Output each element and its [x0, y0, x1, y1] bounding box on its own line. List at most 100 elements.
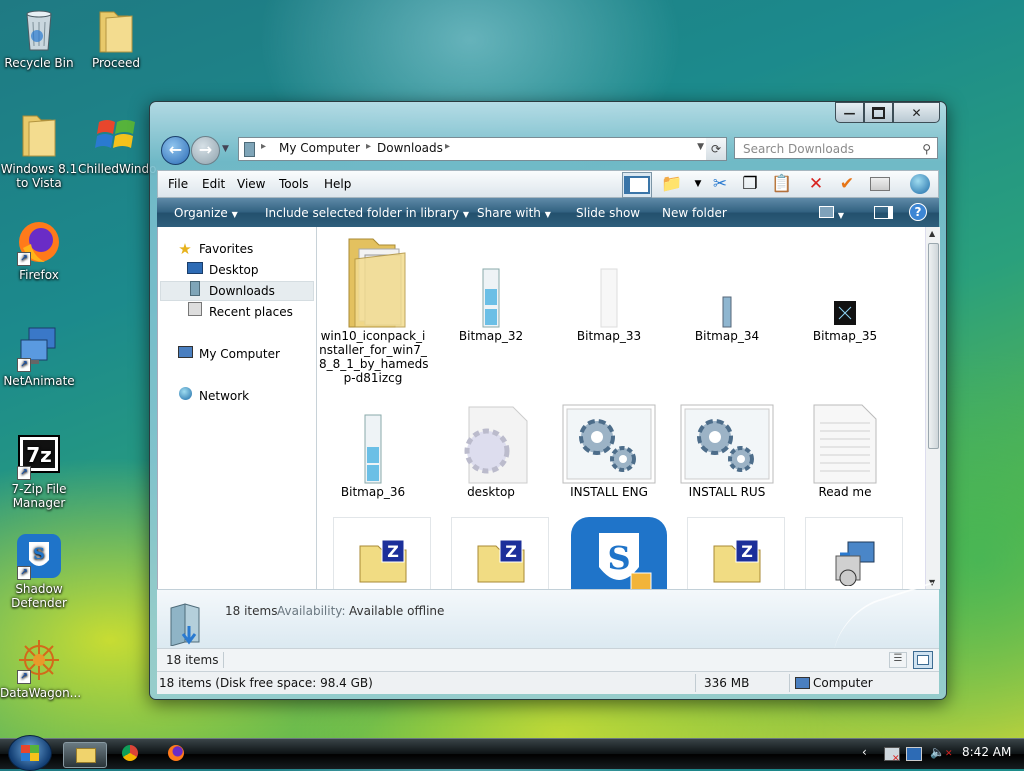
include-in-library-button[interactable]: Include selected folder in library ▼ — [265, 206, 469, 220]
nav-network-label: Network — [199, 389, 250, 403]
properties-button[interactable]: ✔ — [835, 173, 859, 195]
maximize-button[interactable] — [864, 102, 893, 123]
svg-text:S: S — [607, 539, 630, 577]
windows-logo-icon — [93, 112, 141, 160]
file-item-zip-3[interactable]: Z — [687, 517, 785, 589]
clock[interactable]: 8:42 AM — [962, 745, 1011, 759]
taskbar-explorer-button[interactable] — [63, 742, 107, 768]
address-history-dropdown[interactable]: ▼ — [697, 142, 704, 152]
folder-icon — [244, 142, 255, 157]
taskbar-chrome-button[interactable] — [112, 742, 152, 766]
copy-button[interactable]: ❐ — [738, 173, 762, 195]
menu-help[interactable]: Help — [324, 177, 351, 191]
search-input[interactable]: Search Downloads ⚲ — [734, 137, 938, 159]
file-item-zip-2[interactable]: Z — [451, 517, 549, 589]
desktop-icon-shadow-defender[interactable]: S ↗ Shadow Defender — [0, 532, 78, 610]
refresh-button[interactable]: ⟳ — [706, 137, 727, 161]
breadcrumb-my-computer[interactable]: My Computer — [279, 141, 360, 155]
nav-desktop[interactable]: Desktop — [186, 260, 259, 280]
chrome-icon — [122, 745, 138, 761]
nav-downloads[interactable]: Downloads — [186, 280, 275, 301]
taskbar — [0, 738, 1024, 769]
minimize-button[interactable]: — — [835, 102, 864, 123]
change-view-button[interactable]: ▼ — [819, 206, 844, 221]
status-divider — [223, 652, 224, 668]
menu-view[interactable]: View — [237, 177, 265, 191]
file-name: desktop — [467, 485, 515, 499]
file-item-zip-1[interactable]: Z — [333, 517, 431, 589]
desktop-icon-chilledwindows[interactable]: ChilledWindows — [78, 112, 156, 176]
share-with-button[interactable]: Share with ▼ — [477, 206, 551, 220]
file-item-desktop[interactable]: desktop — [437, 403, 545, 499]
nav-network[interactable]: Network — [176, 386, 249, 406]
recent-pages-dropdown[interactable]: ▼ — [222, 144, 229, 154]
zip-archive-icon: Z — [358, 538, 408, 587]
new-folder-button[interactable]: New folder — [662, 206, 727, 220]
preview-pane-button[interactable] — [622, 172, 652, 198]
star-icon: ★ — [178, 240, 192, 258]
taskbar-firefox-button[interactable] — [158, 742, 198, 766]
desktop-icon-datawagon[interactable]: ↗ DataWagon... — [0, 636, 81, 700]
desktop-icon-firefox[interactable]: ↗ Firefox — [0, 218, 78, 282]
file-item-bitmap-33[interactable]: Bitmap_33 — [555, 233, 663, 343]
details-view-button[interactable]: ☰ — [889, 652, 907, 668]
bottom-info-bar: 18 items (Disk free space: 98.4 GB) 336 … — [157, 671, 939, 694]
chevron-down-icon: ▼ — [544, 210, 551, 219]
slide-show-button[interactable]: Slide show — [576, 206, 640, 220]
file-item-install-rus[interactable]: INSTALL RUS — [673, 403, 781, 499]
file-item-install-eng[interactable]: INSTALL ENG — [555, 403, 663, 499]
desktop-icon-proceed[interactable]: Proceed — [77, 6, 155, 70]
file-name: win10_iconpack_i nstaller_for_win7_ 8_8_… — [319, 329, 429, 385]
file-item-read-me[interactable]: Read me — [791, 403, 899, 499]
nav-favorites[interactable]: ★ Favorites — [176, 239, 253, 259]
nav-recent-places[interactable]: Recent places — [186, 302, 293, 322]
bottom-divider — [695, 674, 696, 692]
volume-muted-icon[interactable]: 🔈✕ — [930, 745, 953, 759]
checkbox-folder-button[interactable]: 📁 — [660, 173, 684, 195]
chevron-down-icon: ▼ — [231, 210, 238, 219]
address-bar[interactable]: ▸ My Computer ▸ Downloads ▸ ▼ — [238, 137, 727, 161]
desktop-icon-recycle-bin[interactable]: Recycle Bin — [0, 6, 78, 70]
show-hidden-icons-button[interactable]: ‹ — [862, 745, 867, 759]
file-item-bitmap-36[interactable]: Bitmap_36 — [319, 403, 427, 499]
file-name: Bitmap_34 — [694, 329, 760, 343]
start-button[interactable] — [8, 735, 52, 771]
desktop-icon-7zip[interactable]: 7z ↗ 7-Zip File Manager — [0, 432, 78, 510]
back-button[interactable]: ← — [161, 136, 190, 165]
checkmark-icon: ✔ — [839, 174, 855, 194]
menu-file[interactable]: File — [168, 177, 188, 191]
preview-pane-toggle[interactable] — [874, 206, 893, 222]
menu-tools[interactable]: Tools — [279, 177, 309, 191]
organize-button[interactable]: Organize ▼ — [174, 206, 238, 220]
scrollbar-thumb[interactable] — [928, 243, 939, 449]
rename-button[interactable] — [868, 173, 892, 195]
breadcrumb-downloads[interactable]: Downloads — [377, 141, 443, 155]
display-icon[interactable] — [906, 747, 922, 761]
desktop-icon-netanimate[interactable]: ↗ NetAnimate — [0, 324, 78, 388]
nav-my-computer[interactable]: My Computer — [176, 344, 280, 364]
close-button[interactable]: ✕ — [893, 102, 940, 123]
help-button[interactable]: ? — [909, 203, 927, 221]
file-item-bitmap-32[interactable]: Bitmap_32 — [437, 233, 545, 343]
bitmap-icon — [555, 233, 663, 329]
file-item-iconpack-folder[interactable]: win10_iconpack_i nstaller_for_win7_ 8_8_… — [319, 233, 429, 385]
dropdown-button[interactable]: ▼ — [686, 173, 710, 195]
forward-button[interactable]: → — [191, 136, 220, 165]
text-file-icon — [791, 403, 899, 485]
file-item-shadow-defender[interactable]: S — [569, 517, 667, 589]
file-item-installer[interactable] — [805, 517, 903, 589]
svg-text:7z: 7z — [26, 443, 52, 467]
forward-arrow-icon: → — [198, 140, 213, 159]
file-item-bitmap-35[interactable]: Bitmap_35 — [791, 233, 899, 343]
checkbox-folder-icon: 📁 — [661, 174, 683, 194]
menu-edit[interactable]: Edit — [202, 177, 225, 191]
paste-button[interactable]: 📋 — [770, 173, 794, 195]
cut-button[interactable]: ✂ — [708, 173, 732, 195]
scroll-up-icon[interactable]: ▲ — [929, 229, 935, 238]
vertical-scrollbar[interactable]: ▲ ▼ — [925, 227, 940, 589]
icons-view-button[interactable] — [913, 651, 933, 669]
file-item-bitmap-34[interactable]: Bitmap_34 — [673, 233, 781, 343]
delete-button[interactable]: ✕ — [804, 173, 828, 195]
globe-button[interactable] — [908, 173, 932, 195]
desktop-icon-windows-to-vista[interactable]: Windows 8.1 to Vista — [0, 112, 78, 190]
